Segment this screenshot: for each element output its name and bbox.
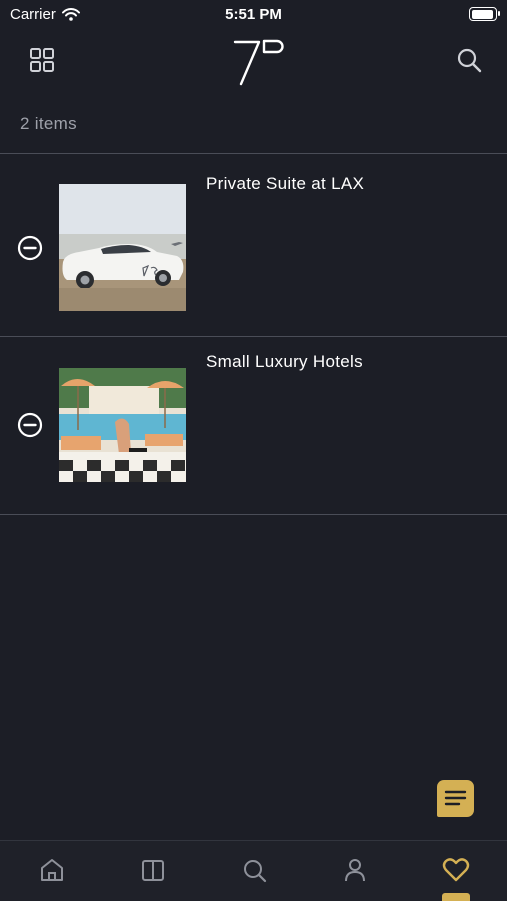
status-time: 5:51 PM <box>225 6 282 23</box>
seven-p-logo-icon <box>233 39 284 86</box>
list-item[interactable]: Small Luxury Hotels <box>0 337 507 514</box>
pool-cabana-photo <box>59 368 186 482</box>
white-sedan-photo <box>59 184 186 311</box>
item-count: 2 items <box>20 114 77 133</box>
home-icon <box>41 859 63 881</box>
book-icon <box>142 860 164 881</box>
chat-button[interactable] <box>437 780 474 817</box>
tab-search[interactable] <box>237 853 271 887</box>
chat-icon <box>444 790 467 806</box>
tab-home[interactable] <box>35 853 69 887</box>
list-item[interactable]: Private Suite at LAX <box>0 154 507 336</box>
item-title[interactable]: Small Luxury Hotels <box>206 352 363 372</box>
remove-item-button[interactable] <box>16 411 44 439</box>
tab-profile[interactable] <box>338 853 372 887</box>
search-icon <box>457 48 482 73</box>
item-thumbnail[interactable] <box>59 368 186 482</box>
tab-favorites[interactable] <box>439 853 473 887</box>
header <box>0 28 507 98</box>
divider <box>0 514 507 515</box>
tab-bar <box>0 840 507 901</box>
status-bar: Carrier 5:51 PM <box>0 0 507 28</box>
search-icon <box>244 860 267 883</box>
search-button[interactable] <box>453 44 485 76</box>
battery-fill <box>471 9 493 19</box>
brand-logo[interactable] <box>231 32 287 88</box>
minus-circle-icon <box>17 412 43 438</box>
battery-icon <box>469 7 500 21</box>
item-title[interactable]: Private Suite at LAX <box>206 174 364 194</box>
minus-circle-icon <box>17 235 43 261</box>
profile-icon <box>345 859 365 882</box>
item-thumbnail[interactable] <box>59 184 186 311</box>
grid-icon <box>30 48 54 72</box>
remove-item-button[interactable] <box>16 234 44 262</box>
tab-library[interactable] <box>136 853 170 887</box>
heart-icon <box>442 858 470 882</box>
grid-menu-button[interactable] <box>26 44 58 76</box>
